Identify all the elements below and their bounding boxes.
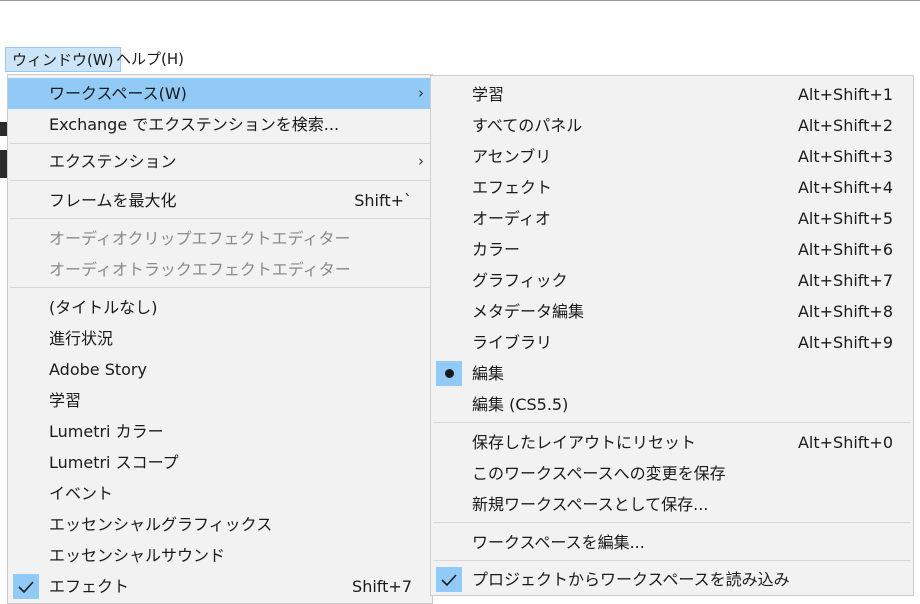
menu-item-shortcut: Alt+Shift+9: [797, 333, 893, 352]
menu-item-learn[interactable]: 学習: [8, 385, 432, 416]
menu-separator: [433, 522, 911, 523]
workspace-item-audio[interactable]: オーディオ Alt+Shift+5: [431, 203, 913, 234]
menu-item-shortcut: Alt+Shift+8: [797, 302, 893, 321]
workspace-item-import-from-project[interactable]: プロジェクトからワークスペースを読み込み: [431, 564, 913, 595]
workspace-item-libraries[interactable]: ライブラリ Alt+Shift+9: [431, 327, 913, 358]
workspace-item-reset-layout[interactable]: 保存したレイアウトにリセット Alt+Shift+0: [431, 427, 913, 458]
workspace-item-save-changes[interactable]: このワークスペースへの変更を保存: [431, 458, 913, 489]
menu-item-label: プロジェクトからワークスペースを読み込み: [472, 570, 790, 589]
menu-item-label: 学習: [49, 391, 82, 410]
menu-window[interactable]: ウィンドウ(W): [5, 47, 121, 72]
menu-item-shortcut: Alt+Shift+1: [797, 85, 893, 104]
menu-item-label: エフェクト: [472, 178, 553, 197]
workspace-item-learn[interactable]: 学習 Alt+Shift+1: [431, 79, 913, 110]
menu-item-shortcut: Alt+Shift+0: [797, 433, 893, 452]
menu-item-shortcut: Alt+Shift+6: [797, 240, 893, 259]
menu-item-shortcut: Shift+`: [354, 191, 412, 210]
menu-item-label: メタデータ編集: [472, 302, 585, 321]
workspace-item-graphics[interactable]: グラフィック Alt+Shift+7: [431, 265, 913, 296]
menu-item-maximize-frame[interactable]: フレームを最大化 Shift+`: [8, 185, 432, 216]
menu-separator: [10, 143, 430, 144]
menu-item-workspace[interactable]: ワークスペース(W) ›: [8, 78, 432, 109]
workspace-item-edit-workspaces[interactable]: ワークスペースを編集...: [431, 527, 913, 558]
menu-item-label: オーディオ: [472, 209, 551, 228]
menu-item-label: Lumetri カラー: [49, 422, 164, 441]
menu-separator: [433, 422, 911, 423]
menu-item-label: カラー: [472, 240, 521, 259]
checkmark-icon: [13, 574, 39, 599]
menu-item-label: イベント: [49, 484, 114, 503]
window-menu: ワークスペース(W) › Exchange でエクステンションを検索... エク…: [7, 74, 433, 604]
menu-item-effects[interactable]: エフェクト Shift+7: [8, 571, 432, 602]
menu-item-label: ライブラリ: [472, 333, 553, 352]
menu-item-label: 新規ワークスペースとして保存...: [472, 495, 709, 514]
workspace-item-color[interactable]: カラー Alt+Shift+6: [431, 234, 913, 265]
workspace-item-all-panels[interactable]: すべてのパネル Alt+Shift+2: [431, 110, 913, 141]
menu-item-shortcut: Alt+Shift+3: [797, 147, 893, 166]
menu-item-exchange-search[interactable]: Exchange でエクステンションを検索...: [8, 109, 432, 140]
menu-item-label: このワークスペースへの変更を保存: [472, 464, 726, 483]
menu-separator: [10, 180, 430, 181]
workspace-item-assembly[interactable]: アセンブリ Alt+Shift+3: [431, 141, 913, 172]
menu-item-shortcut: Alt+Shift+5: [797, 209, 893, 228]
radio-dot-icon: [436, 361, 462, 386]
workspace-submenu: 学習 Alt+Shift+1 すべてのパネル Alt+Shift+2 アセンブリ…: [430, 75, 914, 596]
menu-separator: [433, 560, 911, 561]
menu-item-label: エフェクト: [49, 577, 130, 596]
menu-item-extensions[interactable]: エクステンション ›: [8, 146, 432, 177]
menu-item-label: フレームを最大化: [49, 191, 177, 210]
menu-separator: [10, 218, 430, 219]
menu-item-progress[interactable]: 進行状況: [8, 323, 432, 354]
menu-separator: [10, 287, 430, 288]
menu-item-label: 学習: [472, 85, 505, 104]
menu-item-events[interactable]: イベント: [8, 478, 432, 509]
chevron-right-icon: ›: [418, 84, 424, 102]
workspace-item-effects[interactable]: エフェクト Alt+Shift+4: [431, 172, 913, 203]
menu-item-label: オーディオクリップエフェクトエディター: [49, 229, 351, 248]
menu-item-shortcut: Shift+7: [352, 577, 412, 596]
menu-item-label: 保存したレイアウトにリセット: [472, 433, 697, 452]
menu-item-label: (タイトルなし): [49, 298, 158, 317]
workspace-item-editing[interactable]: 編集: [431, 358, 913, 389]
workspace-item-save-as-new[interactable]: 新規ワークスペースとして保存...: [431, 489, 913, 520]
menu-item-lumetri-scopes[interactable]: Lumetri スコープ: [8, 447, 432, 478]
window-top-border: [0, 0, 920, 1]
checkmark-icon: [436, 567, 462, 592]
menu-item-label: 進行状況: [49, 329, 114, 348]
menu-item-essential-graphics[interactable]: エッセンシャルグラフィックス: [8, 509, 432, 540]
menu-item-label: ワークスペース(W): [49, 84, 187, 103]
menu-item-label: アセンブリ: [472, 147, 552, 166]
menu-item-essential-sound[interactable]: エッセンシャルサウンド: [8, 540, 432, 571]
menu-item-label: Adobe Story: [49, 360, 147, 379]
menu-item-label: エッセンシャルサウンド: [49, 546, 226, 565]
menu-item-shortcut: Alt+Shift+2: [797, 116, 893, 135]
menu-item-lumetri-color[interactable]: Lumetri カラー: [8, 416, 432, 447]
menu-item-label: グラフィック: [472, 271, 568, 290]
menu-item-adobe-story[interactable]: Adobe Story: [8, 354, 432, 385]
menu-item-label: エクステンション: [49, 152, 177, 171]
workspace-item-metadata-logging[interactable]: メタデータ編集 Alt+Shift+8: [431, 296, 913, 327]
menu-item-audio-track-effect-editor: オーディオトラックエフェクトエディター: [8, 254, 432, 285]
workspace-item-editing-cs55[interactable]: 編集 (CS5.5): [431, 389, 913, 420]
chevron-right-icon: ›: [418, 152, 424, 170]
menu-item-label: ワークスペースを編集...: [472, 533, 645, 552]
menu-item-shortcut: Alt+Shift+4: [797, 178, 893, 197]
menu-item-label: Lumetri スコープ: [49, 453, 179, 472]
menu-item-label: 編集: [472, 364, 505, 383]
menu-bar: ウィンドウ(W) ヘルプ(H): [0, 47, 920, 73]
menu-item-label: すべてのパネル: [472, 116, 583, 135]
menu-item-untitled[interactable]: (タイトルなし): [8, 292, 432, 323]
menu-item-label: Exchange でエクステンションを検索...: [49, 115, 340, 134]
menu-item-shortcut: Alt+Shift+7: [797, 271, 893, 290]
menu-item-audio-clip-effect-editor: オーディオクリップエフェクトエディター: [8, 223, 432, 254]
menu-item-label: 編集 (CS5.5): [472, 395, 569, 414]
menu-item-label: エッセンシャルグラフィックス: [49, 515, 273, 534]
menu-item-label: オーディオトラックエフェクトエディター: [49, 260, 351, 279]
menu-help[interactable]: ヘルプ(H): [110, 47, 190, 72]
